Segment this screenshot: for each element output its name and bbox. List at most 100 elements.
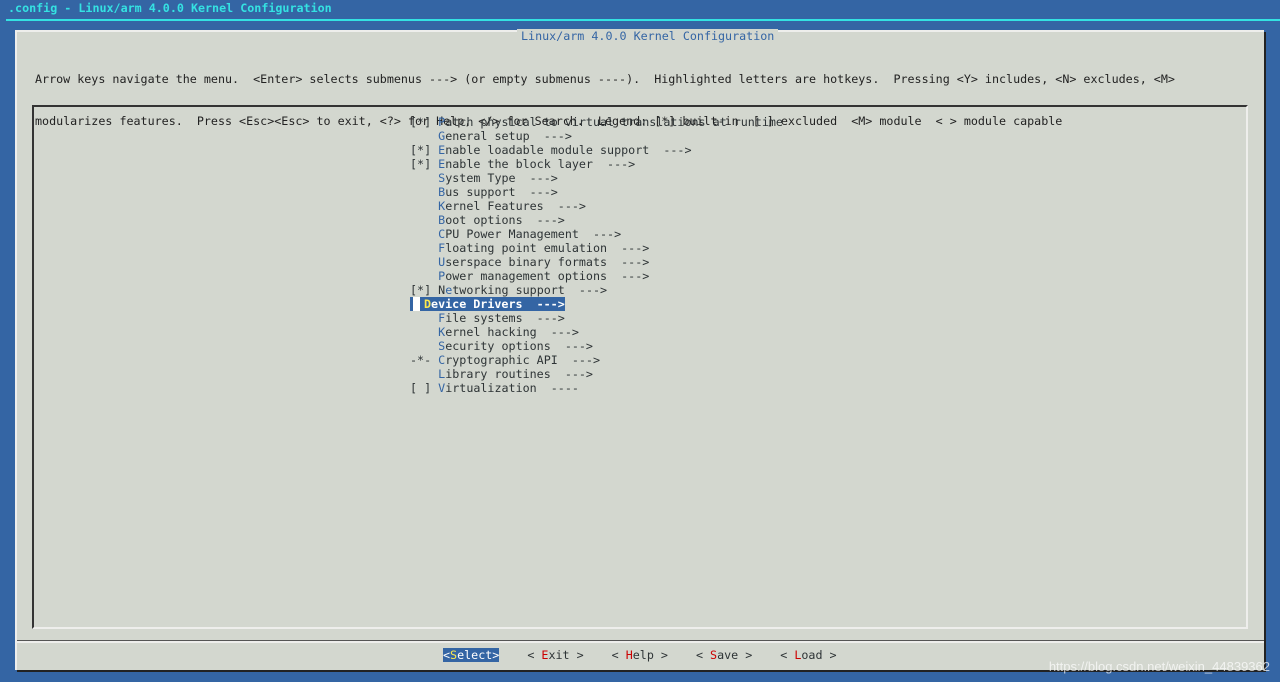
- menu-text: irtualization ----: [445, 381, 579, 395]
- menu-text: nable the block layer --->: [445, 157, 636, 171]
- menu-item-state[interactable]: [410, 297, 424, 311]
- menu-text: ernel Features --->: [445, 199, 586, 213]
- menu-item[interactable]: Userspace binary formats --->: [410, 255, 783, 269]
- menu-text: ower management options --->: [445, 269, 650, 283]
- menu-item[interactable]: [*] Patch physical to virtual translatio…: [410, 115, 783, 129]
- watermark: https://blog.csdn.net/weixin_44839362: [1048, 659, 1270, 674]
- menu-item-label: System Type --->: [438, 171, 558, 185]
- menu-item-label: File systems --->: [438, 311, 565, 325]
- menu-item[interactable]: [*] Enable loadable module support --->: [410, 143, 783, 157]
- menu-item[interactable]: -*- Cryptographic API --->: [410, 353, 783, 367]
- menu-item[interactable]: General setup --->: [410, 129, 783, 143]
- menu-item-state[interactable]: [410, 269, 438, 283]
- menu-text: ile systems --->: [445, 311, 565, 325]
- menu-item-label: Virtualization ----: [438, 381, 579, 395]
- menu-text: atch physical to virtual translations at…: [445, 115, 783, 129]
- menu-item-label: Cryptographic API --->: [438, 353, 600, 367]
- hotkey-letter: H: [625, 648, 633, 662]
- menu-item-label: Networking support --->: [438, 283, 607, 297]
- menu-text: ystem Type --->: [445, 171, 558, 185]
- menu-item[interactable]: [*] Networking support --->: [410, 283, 783, 297]
- menu-text: ernel hacking --->: [445, 325, 579, 339]
- menu-text: tworking support --->: [452, 283, 608, 297]
- menu-text: us support --->: [445, 185, 558, 199]
- menu-box: [*] Patch physical to virtual translatio…: [32, 105, 1248, 629]
- config-dialog: Linux/arm 4.0.0 Kernel Configuration Arr…: [15, 29, 1264, 670]
- menu-item[interactable]: [*] Enable the block layer --->: [410, 157, 783, 171]
- menu-item[interactable]: [ ] Virtualization ----: [410, 381, 783, 395]
- menu-item[interactable]: Power management options --->: [410, 269, 783, 283]
- menu-item[interactable]: Bus support --->: [410, 185, 783, 199]
- button-text: <: [611, 648, 626, 662]
- menu-item[interactable]: CPU Power Management --->: [410, 227, 783, 241]
- hotkey-letter: D: [424, 297, 432, 311]
- menu-item-state[interactable]: [410, 311, 438, 325]
- menu-item-state[interactable]: [410, 227, 438, 241]
- menu-item-state[interactable]: [410, 213, 438, 227]
- menu-item[interactable]: Kernel Features --->: [410, 199, 783, 213]
- button-text: <: [527, 648, 542, 662]
- menu-item-state[interactable]: [410, 129, 438, 143]
- menu-item-label: Floating point emulation --->: [438, 241, 649, 255]
- menu-item[interactable]: Boot options --->: [410, 213, 783, 227]
- menu-item-label: Device Drivers --->: [424, 297, 565, 311]
- menu-item-state[interactable]: [410, 325, 438, 339]
- button-text: <: [780, 648, 795, 662]
- button-help[interactable]: < Help >: [612, 648, 668, 662]
- button-text: oad >: [801, 648, 837, 662]
- menu-item[interactable]: Library routines --->: [410, 367, 783, 381]
- dialog-title: Linux/arm 4.0.0 Kernel Configuration: [517, 29, 779, 43]
- cursor: [413, 297, 420, 311]
- menu-item-state[interactable]: [410, 255, 438, 269]
- menu-item-label: Boot options --->: [438, 213, 565, 227]
- menu-text: PU Power Management --->: [445, 227, 622, 241]
- menu-item-state[interactable]: -*-: [410, 353, 438, 367]
- menu-item-label: Kernel Features --->: [438, 199, 586, 213]
- button-text: <: [443, 648, 451, 662]
- menu-item-label: Kernel hacking --->: [438, 325, 579, 339]
- window-title: .config - Linux/arm 4.0.0 Kernel Configu…: [8, 1, 332, 15]
- menu-text: nable loadable module support --->: [445, 143, 692, 157]
- menu-item-label: Security options --->: [438, 339, 593, 353]
- button-text: elect>: [457, 648, 500, 662]
- menu-item[interactable]: System Type --->: [410, 171, 783, 185]
- menu-item-label: Enable loadable module support --->: [438, 143, 691, 157]
- button-save[interactable]: < Save >: [696, 648, 752, 662]
- menu-text: loating point emulation --->: [445, 241, 650, 255]
- menu-item-state[interactable]: [410, 241, 438, 255]
- menu-item-label: Enable the block layer --->: [438, 157, 635, 171]
- title-rule: [6, 19, 1280, 21]
- menu-text: evice Drivers --->: [431, 297, 565, 311]
- menu-item[interactable]: Device Drivers --->: [410, 297, 783, 311]
- button-load[interactable]: < Load >: [780, 648, 836, 662]
- menu-item[interactable]: Security options --->: [410, 339, 783, 353]
- button-text: xit >: [548, 648, 584, 662]
- button-text: <: [695, 648, 711, 662]
- menu-list: [*] Patch physical to virtual translatio…: [410, 115, 783, 395]
- menu-item-state[interactable]: [*]: [410, 283, 438, 297]
- menu-item-state[interactable]: [ ]: [410, 381, 438, 395]
- button-exit[interactable]: < Exit >: [527, 648, 583, 662]
- menu-text: ryptographic API --->: [445, 353, 601, 367]
- button-text: elp >: [632, 648, 668, 662]
- button-select[interactable]: <Select>: [443, 648, 500, 662]
- menu-item-state[interactable]: [*]: [410, 143, 438, 157]
- menu-item[interactable]: Kernel hacking --->: [410, 325, 783, 339]
- menu-item-label: General setup --->: [438, 129, 572, 143]
- menu-text: ecurity options --->: [445, 339, 593, 353]
- button-bar: <Select> < Exit > < Help > < Save > < Load >: [443, 648, 865, 662]
- menu-item-state[interactable]: [410, 199, 438, 213]
- menu-item-label: Patch physical to virtual translations a…: [438, 115, 783, 129]
- menu-item-label: Userspace binary formats --->: [438, 255, 649, 269]
- menu-item-state[interactable]: [410, 185, 438, 199]
- menu-item-state[interactable]: [*]: [410, 157, 438, 171]
- menu-item-state[interactable]: [410, 171, 438, 185]
- menu-text: oot options --->: [445, 213, 565, 227]
- menu-item[interactable]: File systems --->: [410, 311, 783, 325]
- menu-item-label: CPU Power Management --->: [438, 227, 621, 241]
- menu-item-state[interactable]: [410, 339, 438, 353]
- menu-item-state[interactable]: [410, 367, 438, 381]
- menu-item-state[interactable]: [*]: [410, 115, 438, 129]
- menu-item[interactable]: Floating point emulation --->: [410, 241, 783, 255]
- button-text: ave >: [717, 648, 753, 662]
